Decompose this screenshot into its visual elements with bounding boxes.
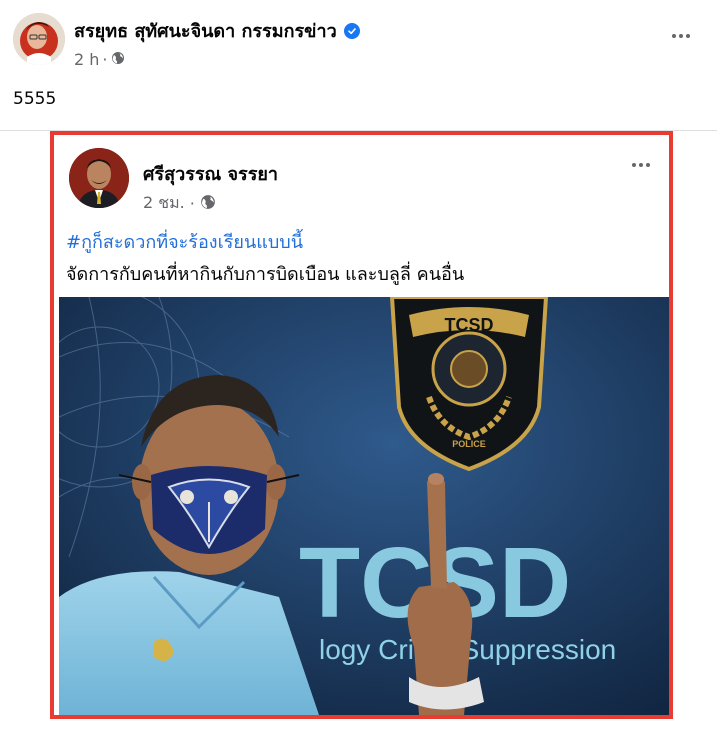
verified-badge-icon xyxy=(343,22,360,39)
post-header: สรยุทธ สุทัศนะจินดา กรรมกรข่าว 2 h · xyxy=(0,0,717,80)
shared-author-avatar[interactable] xyxy=(69,148,129,208)
author-avatar[interactable] xyxy=(13,13,65,65)
shared-post-timestamp[interactable]: 2 ชม. xyxy=(143,191,185,216)
shared-author-name[interactable]: ศรีสุวรรณ จรรยา xyxy=(143,159,278,188)
globe-icon[interactable] xyxy=(200,194,216,214)
shared-post[interactable]: ศรีสุวรรณ จรรยา 2 ชม. · #กูก็สะดวกที่จะร… xyxy=(54,135,669,715)
badge-bottom-text: POLICE xyxy=(452,439,486,449)
shared-post-meta: 2 ชม. · xyxy=(143,191,216,216)
post-timestamp[interactable]: 2 h xyxy=(74,50,99,69)
more-dot xyxy=(686,34,690,38)
more-dot xyxy=(679,34,683,38)
meta-separator: · xyxy=(189,194,195,213)
post-footer-strip xyxy=(0,719,717,737)
shared-post-highlight: ศรีสุวรรณ จรรยา 2 ชม. · #กูก็สะดวกที่จะร… xyxy=(50,131,673,719)
author-name[interactable]: สรยุทธ สุทัศนะจินดา กรรมกรข่าว xyxy=(74,16,337,45)
meta-separator: · xyxy=(102,50,108,69)
post-options-button[interactable] xyxy=(663,22,699,50)
more-dot xyxy=(672,34,676,38)
shared-post-text: จัดการกับคนที่หากินกับการบิดเบือน และบลู… xyxy=(66,264,465,285)
more-dot xyxy=(632,163,636,167)
post-meta: 2 h · xyxy=(74,50,125,69)
more-dot xyxy=(646,163,650,167)
post-text: 5555 xyxy=(13,89,57,109)
globe-icon[interactable] xyxy=(111,50,125,69)
shared-post-photo[interactable]: TCSD POLICE TCSD logy Crime Suppression xyxy=(59,297,669,715)
badge-top-text: TCSD xyxy=(445,315,494,335)
hashtag-link[interactable]: #กูก็สะดวกที่จะร้องเรียนแบบนี้ xyxy=(66,227,303,256)
more-dot xyxy=(639,163,643,167)
shared-post-options-button[interactable] xyxy=(623,153,659,177)
